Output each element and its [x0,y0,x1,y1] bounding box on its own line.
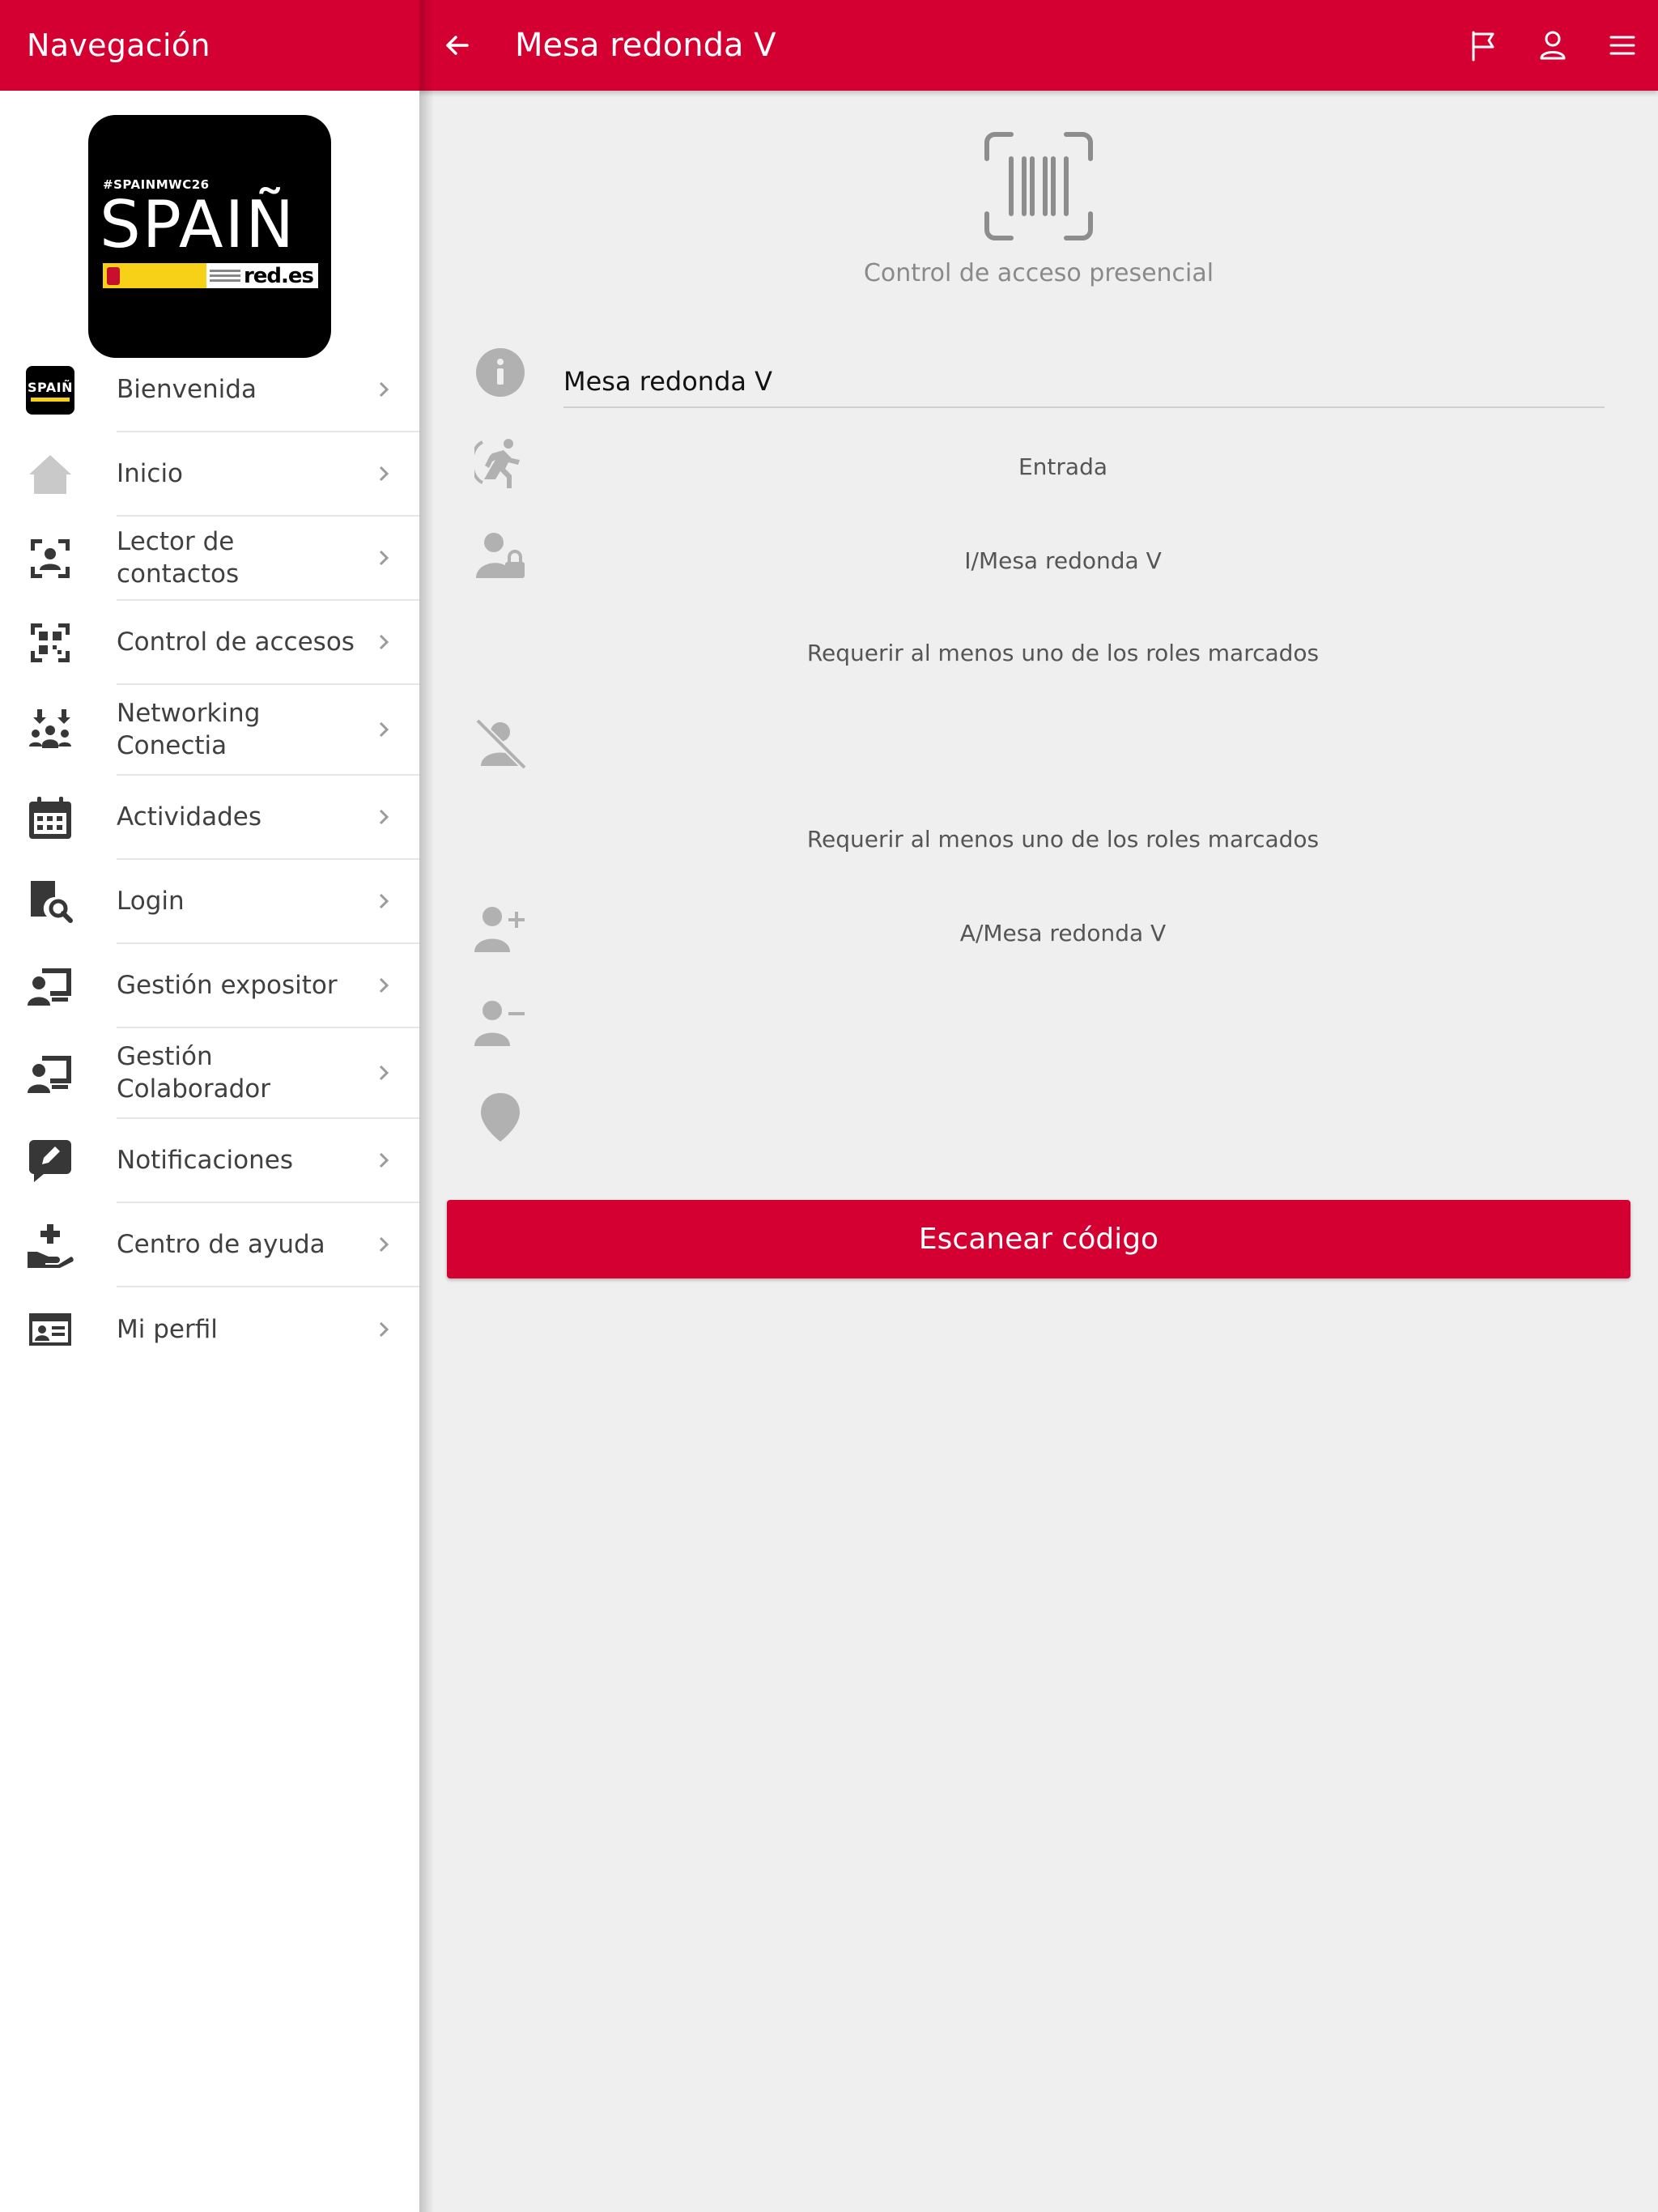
navigation-drawer: Navegación #SPAINMWC26 SPAIÑ red.es SPAI… [0,0,419,2212]
user-add-icon [474,907,525,952]
sidebar-item-bienvenida[interactable]: SPAIÑ Bienvenida [0,348,419,432]
sidebar-item-notificaciones[interactable]: Notificaciones [0,1119,419,1203]
profile-button[interactable] [1535,28,1571,63]
sidebar-item-control-accesos[interactable]: Control de accesos [0,601,419,685]
drawer-title: Navegación [27,28,210,63]
logo-sponsor-strip: red.es [103,263,318,288]
page-title: Mesa redonda V [515,27,776,64]
chevron-right-icon [372,718,395,741]
location-pin-icon [481,1093,520,1142]
sidebar-item-label: Gestión expositor [117,971,338,1000]
drawer-header: Navegación [0,0,419,91]
nav-list: SPAIÑ Bienvenida Inicio Lector de contac… [0,348,419,1372]
sidebar-item-login[interactable]: Login [0,860,419,944]
user-remove-icon [474,1001,525,1046]
sidebar-item-label: Centro de ayuda [117,1230,325,1259]
require-roles-text-1: Requerir al menos uno de los roles marca… [806,640,1320,666]
scan-code-button[interactable]: Escanear código [447,1200,1630,1278]
info-icon-wrap [474,347,526,398]
user-icon [1540,31,1566,60]
barcode-scan-icon [984,132,1093,240]
event-logo: #SPAINMWC26 SPAIÑ red.es [88,115,331,358]
chevron-right-icon [372,1061,395,1084]
chevron-right-icon [372,1149,395,1172]
sidebar-item-label: Notificaciones [117,1146,293,1175]
info-icon [476,348,525,397]
sidebar-item-lector-contactos[interactable]: Lector de contactos [0,517,419,601]
flag-icon [1472,31,1494,62]
require-roles-text-2: Requerir al menos uno de los roles marca… [806,826,1320,853]
sidebar-item-centro-ayuda[interactable]: Centro de ayuda [0,1203,419,1287]
sidebar-item-gestion-colaborador[interactable]: Gestión Colaborador [0,1028,419,1119]
logo-partner: red.es [243,263,314,288]
chevron-right-icon [372,806,395,828]
direction-text: Entrada [1018,453,1108,480]
chevron-right-icon [372,547,395,569]
sidebar-item-label: Gestión Colaborador [117,1042,270,1104]
contact-scan-icon [31,539,70,578]
sidebar-item-label: Control de accesos [117,627,355,657]
user-off-icon [475,718,527,770]
back-button[interactable] [440,28,475,63]
sidebar-item-mi-perfil[interactable]: Mi perfil [0,1287,419,1372]
calendar-icon [29,797,71,839]
chevron-right-icon [372,1318,395,1341]
logo-wordmark: SPAIÑ [100,187,296,262]
event-logo-wrap: #SPAINMWC26 SPAIÑ red.es [0,91,419,358]
collaborator-icon [28,1056,71,1093]
sidebar-item-label: Actividades [117,802,262,832]
chevron-right-icon [372,1233,395,1256]
app-bar: Mesa redonda V [419,0,1658,91]
menu-icon [1609,36,1635,55]
chevron-right-icon [372,462,395,485]
networking-icon [29,709,71,748]
sidebar-item-inicio[interactable]: Inicio [0,432,419,517]
sidebar-item-actividades[interactable]: Actividades [0,776,419,860]
sidebar-item-label: Login [117,887,185,916]
sidebar-item-label: Networking Conectia [117,699,261,760]
add-role-text: A/Mesa redonda V [959,920,1167,946]
sidebar-item-label: Mi perfil [117,1315,218,1344]
menu-button[interactable] [1605,28,1640,63]
sidebar-item-label: Bienvenida [117,375,257,404]
chevron-right-icon [372,378,395,401]
help-hand-icon [28,1224,74,1268]
access-role-text: I/Mesa redonda V [964,547,1162,574]
exhibitor-icon [28,968,71,1006]
search-document-icon [31,881,73,923]
sidebar-item-networking[interactable]: Networking Conectia [0,685,419,776]
user-lock-icon [476,533,525,578]
sidebar-item-label: Inicio [117,459,184,488]
home-icon [29,455,71,494]
report-button[interactable] [1465,28,1501,63]
coat-of-arms-icon [107,266,120,285]
running-entrance-icon [470,439,520,488]
hero-subtitle: Control de acceso presencial [863,259,1214,287]
name-field[interactable]: Mesa redonda V [563,356,1605,408]
sidebar-item-label: Lector de contactos [117,527,240,589]
notification-edit-icon [29,1140,71,1182]
qr-code-icon [31,623,70,662]
main-panel: Mesa redonda V Control de acceso presenc… [419,0,1658,2212]
scan-hero: Control de acceso presencial [419,130,1658,287]
chevron-right-icon [372,974,395,997]
id-card-icon [29,1313,71,1346]
spain-logo-icon: SPAIÑ [26,366,74,415]
app-bar-actions [1465,0,1658,91]
chevron-right-icon [372,631,395,653]
chevron-right-icon [372,890,395,912]
arrow-left-icon [446,36,469,55]
sidebar-item-gestion-expositor[interactable]: Gestión expositor [0,944,419,1028]
